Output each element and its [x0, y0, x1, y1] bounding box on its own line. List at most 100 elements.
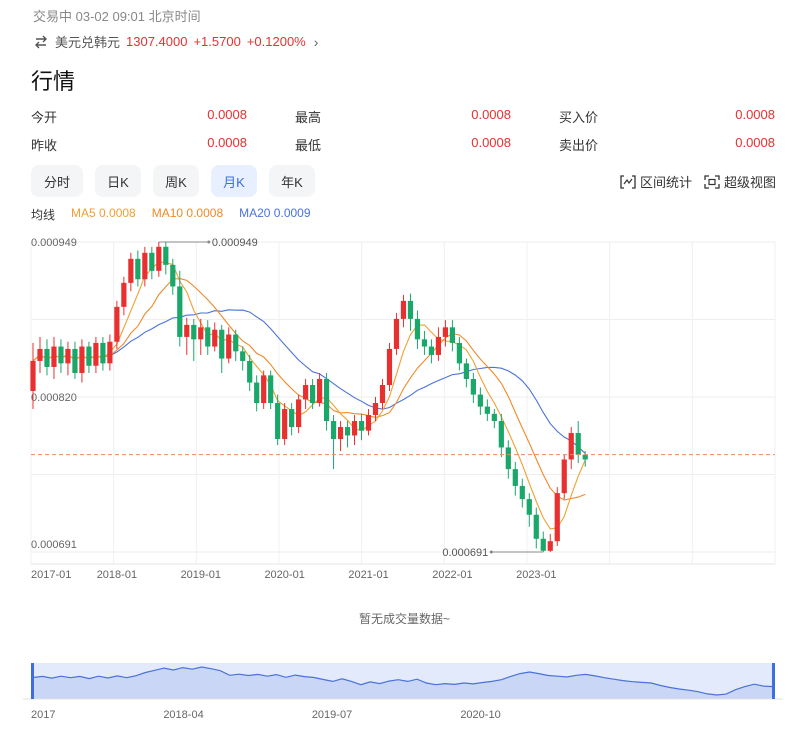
candle-body: [386, 348, 393, 385]
y-tick-label: 0.000949: [31, 237, 77, 249]
quote-label: 最低: [295, 137, 322, 153]
candle-body: [282, 409, 288, 440]
quote-label: 最高: [295, 109, 322, 125]
range-navigator[interactable]: 2017 2018-04 2019-07 2020-10: [0, 655, 809, 747]
candle-body: [191, 324, 197, 340]
navigator-handle-right[interactable]: [772, 663, 775, 699]
quote-label: 今开: [31, 109, 58, 125]
navigator-label: 2020-10: [460, 709, 500, 721]
y-tick-label: 0.000820: [31, 392, 77, 404]
quote-value: 0.0008: [735, 106, 775, 122]
candle-body: [93, 342, 99, 366]
candle-body: [177, 286, 183, 337]
candle-body: [512, 469, 518, 486]
candle-body: [351, 421, 358, 436]
ma20-legend: MA20 0.0009: [239, 206, 311, 220]
quote-label: 买入价: [559, 109, 599, 125]
candle-body: [240, 351, 246, 361]
tab-yearly-k[interactable]: 年K: [269, 165, 315, 197]
interval-stats-button[interactable]: 区间统计: [620, 172, 692, 191]
tab-monthly-k[interactable]: 月K: [211, 165, 257, 197]
navigator-label: 2019-07: [312, 709, 352, 721]
quote-value: 0.0008: [735, 134, 775, 150]
tab-weekly-k[interactable]: 周K: [153, 165, 199, 197]
candle-body: [540, 538, 546, 551]
candle-body: [547, 541, 553, 551]
candle-body: [261, 375, 267, 404]
candle-body: [372, 403, 379, 416]
currency-pair-link[interactable]: 美元兑韩元 1307.4000 +1.5700 +0.1200% ›: [33, 32, 318, 51]
candle-body: [205, 327, 211, 347]
candle-body: [435, 336, 442, 355]
candle-body: [316, 378, 323, 404]
volume-empty-message: 暂无成交量数据~: [358, 612, 450, 626]
quote-cell-high: 最高 0.0008: [295, 107, 559, 126]
candle-body: [323, 378, 330, 422]
candle-body: [58, 346, 64, 364]
candle-body: [128, 258, 134, 283]
quote-value: 0.0008: [207, 134, 247, 150]
candlestick-chart[interactable]: 0.000949 0.000820 0.000691 2017-01 2018-01 20…: [0, 228, 809, 588]
candle-body: [463, 363, 469, 379]
quote-value: 0.0008: [471, 106, 511, 122]
candle-body: [379, 384, 386, 404]
candle-body: [456, 342, 462, 364]
quote-row: 昨收 0.0008 最低 0.0008 卖出价 0.0008: [31, 130, 775, 158]
candle-body: [568, 433, 574, 460]
x-tick-label: 2020-01: [264, 569, 304, 581]
quote-cell-bid: 买入价 0.0008: [559, 107, 775, 126]
navigator-fade: [520, 707, 809, 747]
quote-value: 0.0008: [471, 134, 511, 150]
x-tick-label: 2022-01: [432, 569, 472, 581]
swap-arrows-icon: [35, 35, 47, 48]
tab-daily-k[interactable]: 日K: [95, 165, 141, 197]
candle-body: [400, 300, 407, 319]
candle-body: [337, 427, 344, 440]
candle-body: [561, 459, 567, 494]
candle-body: [505, 447, 511, 470]
navigator-label: 2018-04: [163, 709, 203, 721]
candle-body: [407, 300, 414, 319]
period-tabs: 分时 日K 周K 月K 年K: [31, 165, 327, 197]
candle-body: [86, 346, 92, 366]
fullscreen-icon: [704, 174, 720, 189]
super-view-button[interactable]: 超级视图: [704, 172, 776, 191]
candle-body: [491, 413, 497, 422]
candle-body: [554, 493, 560, 542]
candle-body: [268, 375, 274, 404]
candle-body: [212, 329, 218, 347]
ma5-line: [32, 261, 586, 530]
candle-body: [393, 318, 400, 349]
tab-intraday[interactable]: 分时: [31, 165, 83, 197]
candle-body: [449, 327, 455, 343]
candle-body: [498, 421, 504, 448]
candle-body: [156, 246, 162, 271]
candle-body: [44, 348, 50, 367]
x-tick-label: 2023-01: [516, 569, 556, 581]
candle-body: [247, 360, 253, 383]
candle-body: [142, 252, 148, 280]
candle-body: [72, 348, 78, 373]
quote-grid: 今开 0.0008 最高 0.0008 买入价 0.0008 昨收 0.0008…: [31, 102, 775, 158]
quote-label: 卖出价: [559, 137, 599, 153]
min-dot: [489, 550, 493, 554]
pair-change-pct: +0.1200%: [246, 34, 306, 49]
candle-body: [330, 421, 337, 440]
min-price-label: 0.000691: [442, 547, 488, 559]
candle-body: [365, 415, 372, 431]
navigator-handle-left[interactable]: [31, 663, 34, 699]
x-tick-label: 2017-01: [31, 569, 71, 581]
candle-body: [344, 427, 351, 436]
candle-body: [310, 384, 316, 404]
candle-body: [149, 252, 155, 271]
section-title: 行情: [31, 70, 76, 95]
candle-body: [135, 258, 141, 280]
candle-body: [582, 454, 588, 460]
max-dot: [207, 240, 211, 244]
quote-row: 今开 0.0008 最高 0.0008 买入价 0.0008: [31, 102, 775, 130]
candle-body: [442, 327, 449, 337]
quote-cell-prev-close: 昨收 0.0008: [31, 135, 295, 154]
candle-body: [107, 341, 113, 364]
quote-value: 0.0008: [207, 106, 247, 122]
candle-body: [575, 433, 581, 455]
